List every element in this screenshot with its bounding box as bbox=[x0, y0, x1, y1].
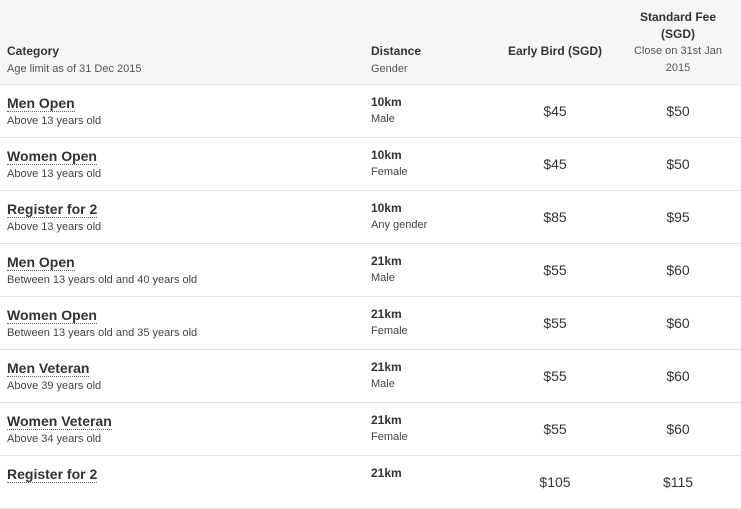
gender-value: Female bbox=[371, 431, 408, 443]
table-row: Women Open Between 13 years old and 35 y… bbox=[0, 297, 741, 350]
category-description: Above 39 years old bbox=[7, 380, 102, 392]
early-bird-price: $45 bbox=[543, 103, 567, 119]
standard-price: $60 bbox=[666, 368, 690, 384]
gender-value: Male bbox=[371, 378, 395, 390]
header-standard-fee-line1: Standard Fee bbox=[639, 10, 717, 24]
category-description: Above 13 years old bbox=[7, 168, 102, 180]
header-close-line2: 2015 bbox=[665, 62, 691, 74]
header-early-bird: Early Bird (SGD) bbox=[507, 44, 603, 58]
category-name-link[interactable]: Register for 2 bbox=[7, 466, 98, 483]
category-name-link[interactable]: Women Open bbox=[7, 148, 97, 165]
table-row: Men Open Above 13 years old 10km Male $4… bbox=[0, 85, 741, 138]
table-row: Men Veteran Above 39 years old 21km Male… bbox=[0, 350, 741, 403]
distance-value: 21km bbox=[371, 307, 402, 321]
distance-value: 21km bbox=[371, 413, 402, 427]
gender-value: Female bbox=[371, 166, 408, 178]
category-name-link[interactable]: Men Open bbox=[7, 95, 75, 112]
distance-value: 21km bbox=[371, 360, 402, 374]
table-row: Register for 2 21km $105 $115 bbox=[0, 456, 741, 509]
early-bird-price: $55 bbox=[543, 368, 567, 384]
table-row: Register for 2 Above 13 years old 10km A… bbox=[0, 191, 741, 244]
header-age-limit: Age limit as of 31 Dec 2015 bbox=[7, 63, 142, 75]
distance-value: 10km bbox=[371, 95, 402, 109]
category-name-link[interactable]: Women Veteran bbox=[7, 413, 112, 430]
category-description: Between 13 years old and 40 years old bbox=[7, 274, 198, 286]
standard-price: $50 bbox=[666, 103, 690, 119]
header-category: Category Age limit as of 31 Dec 2015 bbox=[7, 44, 142, 77]
early-bird-price: $55 bbox=[543, 315, 567, 331]
early-bird-price: $55 bbox=[543, 421, 567, 437]
standard-price: $50 bbox=[666, 156, 690, 172]
table-row: Men Open Between 13 years old and 40 yea… bbox=[0, 244, 741, 297]
gender-value: Male bbox=[371, 113, 395, 125]
header-category-label: Category bbox=[7, 44, 60, 58]
category-name-link[interactable]: Men Open bbox=[7, 254, 75, 271]
gender-value: Male bbox=[371, 272, 395, 284]
early-bird-price: $85 bbox=[543, 209, 567, 225]
distance-value: 10km bbox=[371, 201, 402, 215]
gender-value: Any gender bbox=[371, 219, 428, 231]
category-description: Between 13 years old and 35 years old bbox=[7, 327, 198, 339]
early-bird-price: $45 bbox=[543, 156, 567, 172]
distance-value: 21km bbox=[371, 254, 402, 268]
category-description: Above 34 years old bbox=[7, 433, 102, 445]
category-name-link[interactable]: Register for 2 bbox=[7, 201, 98, 218]
category-description: Above 13 years old bbox=[7, 115, 102, 127]
early-bird-price: $105 bbox=[539, 474, 571, 490]
category-description: Above 13 years old bbox=[7, 221, 102, 233]
header-distance: Distance Gender bbox=[371, 44, 421, 77]
standard-price: $95 bbox=[666, 209, 690, 225]
standard-price: $60 bbox=[666, 421, 690, 437]
header-distance-label: Distance bbox=[371, 44, 422, 58]
category-name-link[interactable]: Men Veteran bbox=[7, 360, 90, 377]
table-header: Category Age limit as of 31 Dec 2015 Dis… bbox=[0, 0, 741, 85]
gender-value: Female bbox=[371, 325, 408, 337]
distance-value: 10km bbox=[371, 148, 402, 162]
category-name-link[interactable]: Women Open bbox=[7, 307, 97, 324]
pricing-table: Category Age limit as of 31 Dec 2015 Dis… bbox=[0, 0, 741, 509]
table-row: Women Open Above 13 years old 10km Femal… bbox=[0, 138, 741, 191]
header-close-line1: Close on 31st Jan bbox=[633, 45, 723, 57]
standard-price: $60 bbox=[666, 315, 690, 331]
table-row: Women Veteran Above 34 years old 21km Fe… bbox=[0, 403, 741, 456]
header-standard-fee: Standard Fee (SGD) Close on 31st Jan 201… bbox=[618, 9, 738, 77]
distance-value: 21km bbox=[371, 466, 402, 480]
standard-price: $115 bbox=[662, 474, 694, 490]
standard-price: $60 bbox=[666, 262, 690, 278]
header-standard-fee-line2: (SGD) bbox=[661, 27, 695, 41]
early-bird-price: $55 bbox=[543, 262, 567, 278]
header-gender-label: Gender bbox=[371, 63, 408, 75]
